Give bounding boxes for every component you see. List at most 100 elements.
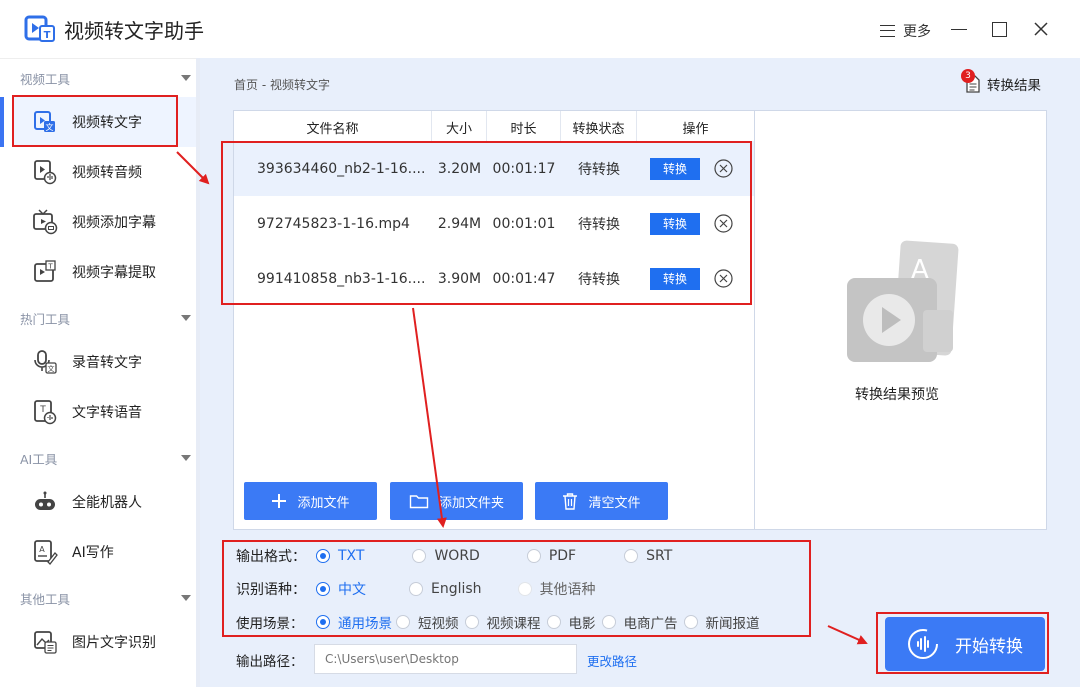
- chevron-down-icon: [181, 315, 191, 321]
- remove-file-icon[interactable]: [714, 269, 733, 288]
- svg-text:T: T: [44, 30, 51, 41]
- format-option-txt[interactable]: TXT: [316, 548, 364, 564]
- image-ocr-icon: [34, 631, 57, 654]
- trash-icon: [563, 493, 578, 510]
- conversion-results-button[interactable]: 转换结果: [965, 74, 1041, 94]
- scene-option-general[interactable]: 通用场景: [316, 612, 392, 632]
- scene-option-news[interactable]: 新闻报道: [683, 612, 760, 632]
- svg-text:T: T: [39, 405, 46, 415]
- sidebar-item-video-subtitle[interactable]: 视频添加字幕: [12, 197, 196, 247]
- sidebar-section-other-tools[interactable]: 其他工具: [20, 587, 195, 609]
- breadcrumb-current: 视频转文字: [270, 78, 331, 92]
- robot-icon: [35, 491, 55, 510]
- folder-icon: [409, 495, 429, 509]
- scene-option-ecommerce-ad[interactable]: 电商广告: [601, 612, 678, 632]
- language-option-other[interactable]: 其他语种: [517, 579, 596, 599]
- file-duration: 00:01:17: [492, 160, 556, 177]
- language-option-chinese[interactable]: 中文: [316, 579, 366, 599]
- add-file-button[interactable]: 添加文件: [244, 482, 377, 520]
- output-format-row: 输出格式： TXT WORD PDF SRT: [236, 545, 672, 567]
- file-size: 2.94M: [437, 215, 482, 232]
- language-label: 识别语种：: [236, 582, 306, 598]
- remove-file-icon[interactable]: [714, 214, 733, 233]
- video-to-audio-icon: [34, 160, 57, 185]
- file-size: 3.90M: [437, 270, 482, 287]
- table-row[interactable]: 991410858_nb3-1-16.... 3.90M 00:01:47 待转…: [234, 251, 754, 306]
- sidebar-item-image-ocr[interactable]: 图片文字识别: [12, 617, 196, 667]
- output-path-input[interactable]: [314, 644, 577, 674]
- file-name: 991410858_nb3-1-16....: [257, 270, 426, 287]
- scene-label: 使用场景：: [236, 616, 304, 632]
- svg-text:文: 文: [48, 364, 55, 373]
- table-row[interactable]: 972745823-1-16.mp4 2.94M 00:01:01 待转换 转换: [234, 196, 754, 251]
- preview-label: 转换结果预览: [855, 387, 939, 403]
- column-header-action: 操作: [682, 122, 709, 137]
- app-title: 视频转文字助手: [64, 19, 204, 43]
- svg-text:A: A: [39, 545, 45, 554]
- file-duration: 00:01:47: [492, 270, 556, 287]
- convert-button[interactable]: 转换: [650, 267, 700, 290]
- clear-files-button[interactable]: 清空文件: [535, 482, 668, 520]
- text-to-speech-icon: T: [34, 400, 57, 425]
- start-conversion-button[interactable]: 开始转换: [885, 617, 1045, 671]
- file-status: 待转换: [578, 161, 620, 178]
- preview-placeholder-icon: A: [847, 240, 959, 362]
- minimize-button[interactable]: [950, 20, 968, 38]
- app-logo-icon: T: [24, 15, 55, 42]
- format-option-pdf[interactable]: PDF: [526, 548, 576, 564]
- hamburger-icon: [880, 25, 895, 37]
- file-status: 待转换: [578, 216, 620, 233]
- recognition-language-row: 识别语种： 中文 English 其他语种: [236, 578, 596, 600]
- breadcrumb-separator: -: [261, 78, 267, 92]
- file-status: 待转换: [578, 271, 620, 288]
- convert-button[interactable]: 转换: [650, 212, 700, 235]
- chevron-down-icon: [181, 595, 191, 601]
- sidebar-item-subtitle-extract[interactable]: T 视频字幕提取: [12, 247, 196, 297]
- breadcrumb: 首页 - 视频转文字: [234, 76, 330, 93]
- svg-text:文: 文: [46, 122, 54, 132]
- video-subtitle-icon: [33, 209, 58, 235]
- output-format-label: 输出格式：: [236, 549, 306, 565]
- output-path-label: 输出路径：: [236, 654, 304, 670]
- clear-files-label: 清空文件: [588, 495, 641, 511]
- file-size: 3.20M: [437, 160, 482, 177]
- format-option-srt[interactable]: SRT: [624, 548, 672, 564]
- chevron-down-icon: [181, 75, 191, 81]
- sidebar-item-ai-write[interactable]: A AI写作: [12, 527, 196, 577]
- more-menu-button[interactable]: 更多: [880, 20, 931, 42]
- sidebar-item-robot[interactable]: 全能机器人: [12, 477, 196, 527]
- file-name: 972745823-1-16.mp4: [257, 215, 410, 232]
- plus-icon: [272, 494, 287, 508]
- sidebar-section-video-tools[interactable]: 视频工具: [20, 67, 195, 89]
- results-count-badge: 3: [961, 69, 975, 83]
- audio-to-text-icon: 文: [34, 350, 57, 374]
- maximize-button[interactable]: [990, 20, 1008, 38]
- format-option-word[interactable]: WORD: [412, 548, 480, 564]
- conversion-results-label: 转换结果: [987, 78, 1041, 94]
- column-header-status: 转换状态: [561, 111, 637, 144]
- subtitle-extract-icon: T: [34, 260, 56, 282]
- sidebar-item-audio-to-text[interactable]: 文 录音转文字: [12, 337, 196, 387]
- add-file-label: 添加文件: [297, 495, 350, 511]
- ai-write-icon: A: [34, 540, 58, 565]
- table-row[interactable]: 393634460_nb2-1-16.... 3.20M 00:01:17 待转…: [234, 141, 754, 196]
- sidebar-section-hot-tools[interactable]: 热门工具: [20, 307, 195, 329]
- file-duration: 00:01:01: [492, 215, 556, 232]
- column-header-name: 文件名称: [234, 111, 432, 144]
- change-path-link[interactable]: 更改路径: [587, 651, 637, 670]
- language-option-english[interactable]: English: [409, 581, 482, 597]
- breadcrumb-home[interactable]: 首页: [234, 78, 258, 92]
- sidebar-item-video-to-audio[interactable]: 视频转音频: [12, 147, 196, 197]
- remove-file-icon[interactable]: [714, 159, 733, 178]
- title-bar: T 视频转文字助手 更多: [0, 0, 1080, 58]
- add-folder-button[interactable]: 添加文件夹: [390, 482, 523, 520]
- scene-option-course[interactable]: 视频课程: [464, 612, 541, 632]
- close-window-button[interactable]: [1032, 20, 1050, 38]
- sidebar-item-video-to-text[interactable]: 文 视频转文字: [0, 97, 196, 147]
- scene-option-short-video[interactable]: 短视频: [396, 612, 459, 632]
- sidebar-section-ai-tools[interactable]: AI工具: [20, 447, 195, 469]
- column-header-size: 大小: [432, 111, 487, 144]
- scene-option-movie[interactable]: 电影: [546, 612, 596, 632]
- convert-button[interactable]: 转换: [650, 157, 700, 180]
- sidebar-item-text-to-speech[interactable]: T 文字转语音: [12, 387, 196, 437]
